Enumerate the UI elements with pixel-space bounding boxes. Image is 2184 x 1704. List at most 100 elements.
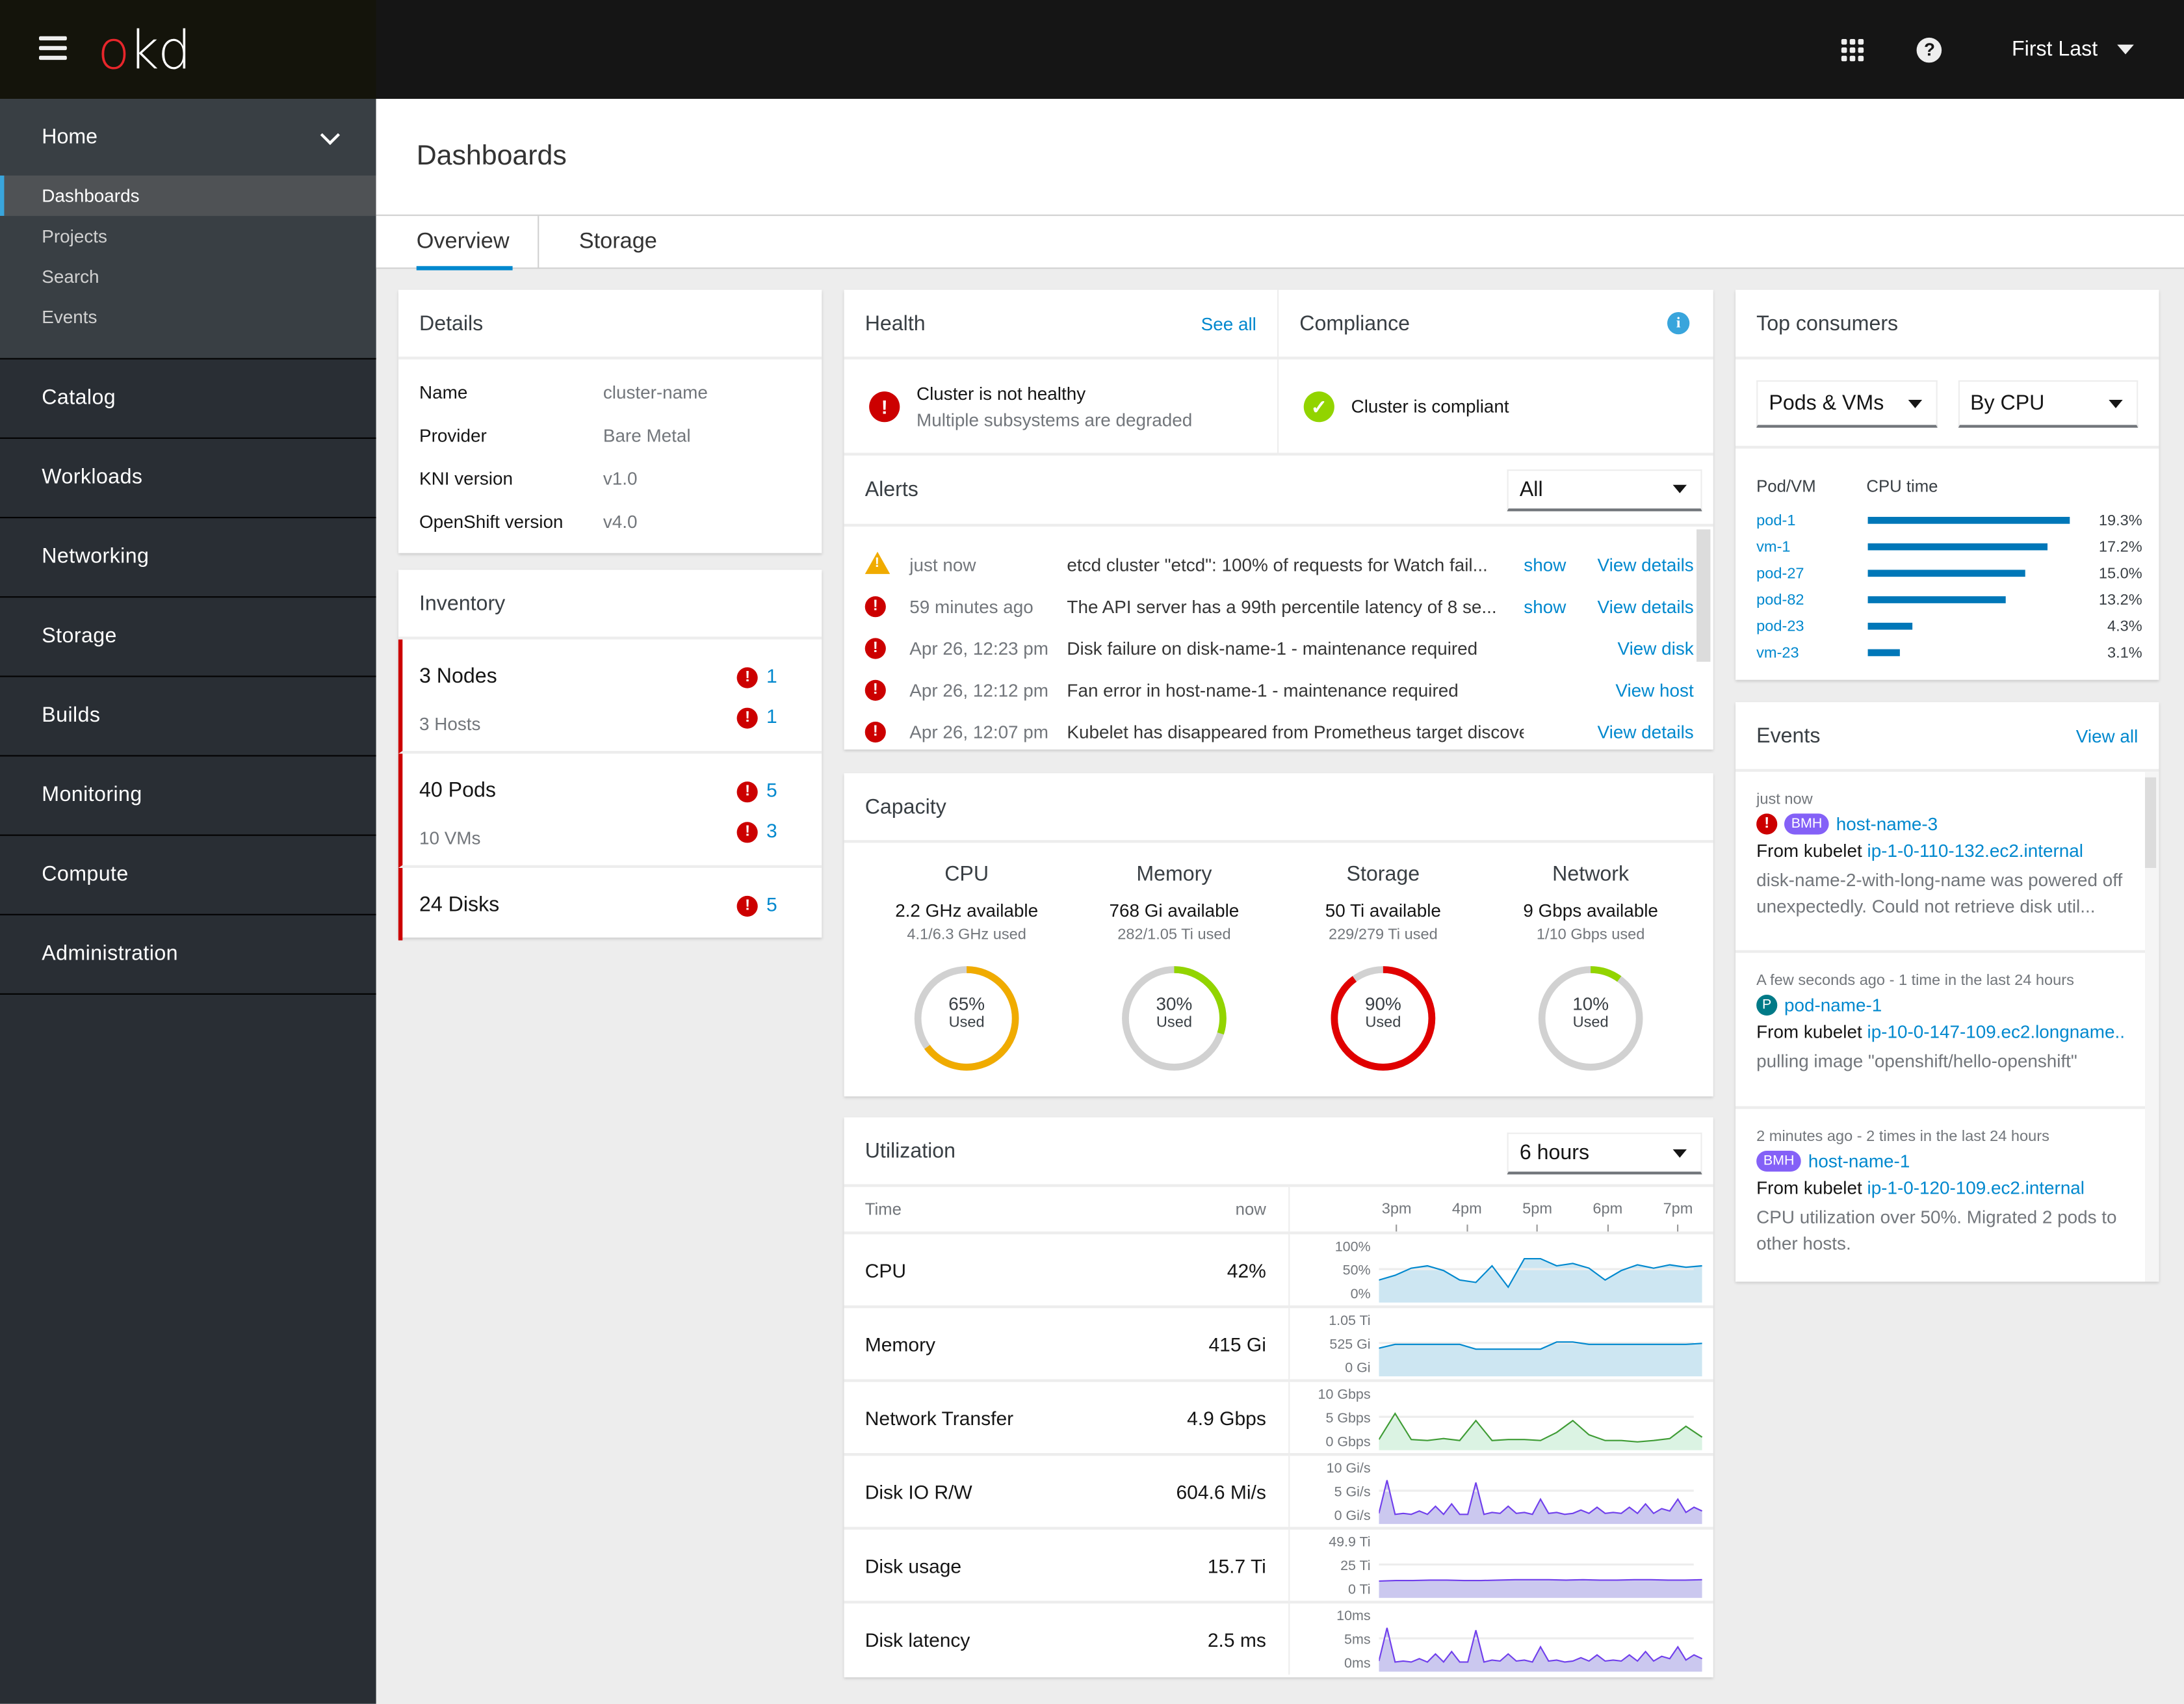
sidebar-item-workloads[interactable]: Workloads <box>0 439 376 519</box>
top-consumers-card: Top consumers Pods & VMs By CPU Pod/VM C… <box>1736 289 2159 680</box>
sidebar-item-events[interactable]: Events <box>0 296 376 337</box>
consumer-name-link[interactable]: vm-1 <box>1756 538 1867 555</box>
sidebar-item-administration[interactable]: Administration <box>0 915 376 995</box>
consumer-percent: 15.0% <box>2098 564 2142 582</box>
inventory-error-count[interactable]: 5 <box>766 779 777 801</box>
app-launcher-grid-icon[interactable] <box>1841 38 1864 61</box>
sidebar-item-builds[interactable]: Builds <box>0 677 376 757</box>
inventory-item[interactable]: 3 Nodes! 1 <box>419 640 822 714</box>
page-title: Dashboards <box>416 140 567 172</box>
events-view-all-link[interactable]: View all <box>2076 725 2138 746</box>
consumer-name-link[interactable]: pod-1 <box>1756 512 1867 529</box>
user-menu[interactable]: First Last <box>2012 38 2134 61</box>
sidebar-item-networking[interactable]: Networking <box>0 518 376 598</box>
sidebar-item-search[interactable]: Search <box>0 256 376 296</box>
inventory-error-count[interactable]: 1 <box>766 664 777 687</box>
sidebar-item-dashboards[interactable]: Dashboards <box>0 176 376 216</box>
tab-overview[interactable]: Overview <box>376 216 538 270</box>
consumer-bar <box>1867 649 1901 657</box>
donut-chart[interactable]: 90% Used <box>1327 963 1438 1074</box>
event-resource-link[interactable]: pod-name-1 <box>1784 995 1882 1016</box>
sidebar: Home Dashboards Projects Search Events C… <box>0 99 376 1704</box>
alerts-scrollbar[interactable] <box>1696 529 1711 662</box>
events-scrollbar[interactable] <box>2145 777 2157 869</box>
donut-chart[interactable]: 10% Used <box>1535 963 1646 1074</box>
inventory-item[interactable]: 40 Pods! 5 <box>419 754 822 828</box>
sparkline-chart[interactable] <box>1379 1313 1704 1377</box>
metric-value: 2.5 ms <box>1207 1627 1266 1651</box>
alert-show-link[interactable]: show <box>1524 596 1588 616</box>
capacity-network: Network 9 Gbps available 1/10 Gbps used … <box>1486 862 1695 1074</box>
capacity-storage: Storage 50 Ti available 229/279 Ti used … <box>1279 862 1487 1074</box>
sidebar-item-storage[interactable]: Storage <box>0 597 376 677</box>
sidebar-item-projects[interactable]: Projects <box>0 216 376 256</box>
sparkline-chart[interactable] <box>1379 1608 1704 1672</box>
event-from-label: From kubelet <box>1756 1021 1862 1042</box>
compliance-title: Compliance <box>1299 311 1410 335</box>
alert-row: ! Apr 26, 12:07 pm Kubelet has disappear… <box>844 711 1713 752</box>
event-source-link[interactable]: ip-10-0-147-109.ec2.longname... <box>1867 1021 2124 1042</box>
inventory-error-count[interactable]: 3 <box>766 819 777 841</box>
donut-chart[interactable]: 30% Used <box>1119 963 1230 1074</box>
donut-chart[interactable]: 65% Used <box>911 963 1022 1074</box>
alert-action-link[interactable]: View host <box>1588 679 1713 700</box>
consumer-metric-select[interactable]: By CPU <box>1957 380 2138 428</box>
consumer-type-select[interactable]: Pods & VMs <box>1756 380 1937 428</box>
inventory-error-count[interactable]: 5 <box>766 893 777 915</box>
inventory-subitem[interactable]: 3 Hosts! 1 <box>419 705 822 752</box>
donut-used-label: Used <box>1572 1014 1609 1031</box>
consumer-name-link[interactable]: pod-82 <box>1756 592 1867 609</box>
health-see-all-link[interactable]: See all <box>1201 313 1256 334</box>
col-cpu-time: CPU time <box>1866 476 1938 496</box>
sidebar-item-catalog[interactable]: Catalog <box>0 360 376 439</box>
compliance-header: Compliance i <box>1279 290 1713 357</box>
event-resource-link[interactable]: host-name-1 <box>1808 1151 1910 1172</box>
consumer-name-link[interactable]: pod-23 <box>1756 618 1867 635</box>
sparkline-chart[interactable] <box>1379 1386 1704 1450</box>
alert-action-link[interactable]: View details <box>1588 721 1713 742</box>
hamburger-menu-icon[interactable] <box>39 36 67 62</box>
sidebar-item-monitoring[interactable]: Monitoring <box>0 757 376 836</box>
events-header: Events View all <box>1736 702 2159 772</box>
capacity-available: 50 Ti available <box>1325 900 1441 921</box>
consumer-row: pod-82 13.2% <box>1736 586 2159 613</box>
inventory-sublabel: 3 Hosts <box>419 713 481 735</box>
inventory-error-count[interactable]: 1 <box>766 705 777 727</box>
sparkline-chart[interactable] <box>1379 1534 1704 1598</box>
nav-home-toggle[interactable]: Home <box>0 99 376 176</box>
consumer-name-link[interactable]: pod-27 <box>1756 565 1867 582</box>
inventory-subitem[interactable]: 10 VMs! 3 <box>419 819 822 867</box>
help-icon[interactable]: ? <box>1917 36 1942 62</box>
donut-percent: 90% <box>1364 993 1401 1015</box>
health-status-text: Cluster is not healthy <box>916 382 1086 404</box>
alerts-filter-select[interactable]: All <box>1507 469 1702 511</box>
alert-action-link[interactable]: View details <box>1588 554 1713 575</box>
okd-logo[interactable]: okd <box>98 20 191 81</box>
consumer-name-link[interactable]: vm-23 <box>1756 644 1867 661</box>
consumer-percent: 13.2% <box>2098 591 2142 609</box>
capacity-body: CPU 2.2 GHz available 4.1/6.3 GHz used 6… <box>844 843 1713 1099</box>
top-consumers-list: pod-1 19.3% vm-1 17.2% pod-27 15.0% pod-82 13.2… <box>1736 507 2159 666</box>
compliance-status: ✓ Cluster is compliant <box>1279 360 1713 453</box>
inventory-label: 40 Pods <box>419 778 496 803</box>
tab-storage[interactable]: Storage <box>539 216 685 269</box>
info-icon[interactable]: i <box>1667 312 1690 335</box>
inventory-title: Inventory <box>419 591 506 616</box>
event-item: just now ! BMH host-name-3 From kubelet ip… <box>1736 772 2146 953</box>
alert-action-link[interactable]: View disk <box>1588 637 1713 658</box>
sparkline-chart[interactable] <box>1379 1239 1704 1303</box>
event-resource-link[interactable]: host-name-3 <box>1836 813 1938 834</box>
alert-action-link[interactable]: View details <box>1588 596 1713 616</box>
utilization-range-select[interactable]: 6 hours <box>1507 1133 1702 1175</box>
x-tick-mark <box>1396 1224 1398 1232</box>
event-source-link[interactable]: ip-1-0-120-109.ec2.internal <box>1867 1177 2085 1198</box>
alert-show-link[interactable]: show <box>1524 554 1588 575</box>
capacity-available: 2.2 GHz available <box>895 900 1039 921</box>
capacity-used: 1/10 Gbps used <box>1536 926 1645 943</box>
alerts-title: Alerts <box>864 478 918 502</box>
sidebar-item-compute[interactable]: Compute <box>0 836 376 915</box>
metric-value: 4.9 Gbps <box>1187 1406 1266 1429</box>
sparkline-chart[interactable] <box>1379 1460 1704 1525</box>
event-source-link[interactable]: ip-1-0-110-132.ec2.internal <box>1867 840 2083 861</box>
inventory-item[interactable]: 24 Disks! 5 <box>419 868 822 942</box>
